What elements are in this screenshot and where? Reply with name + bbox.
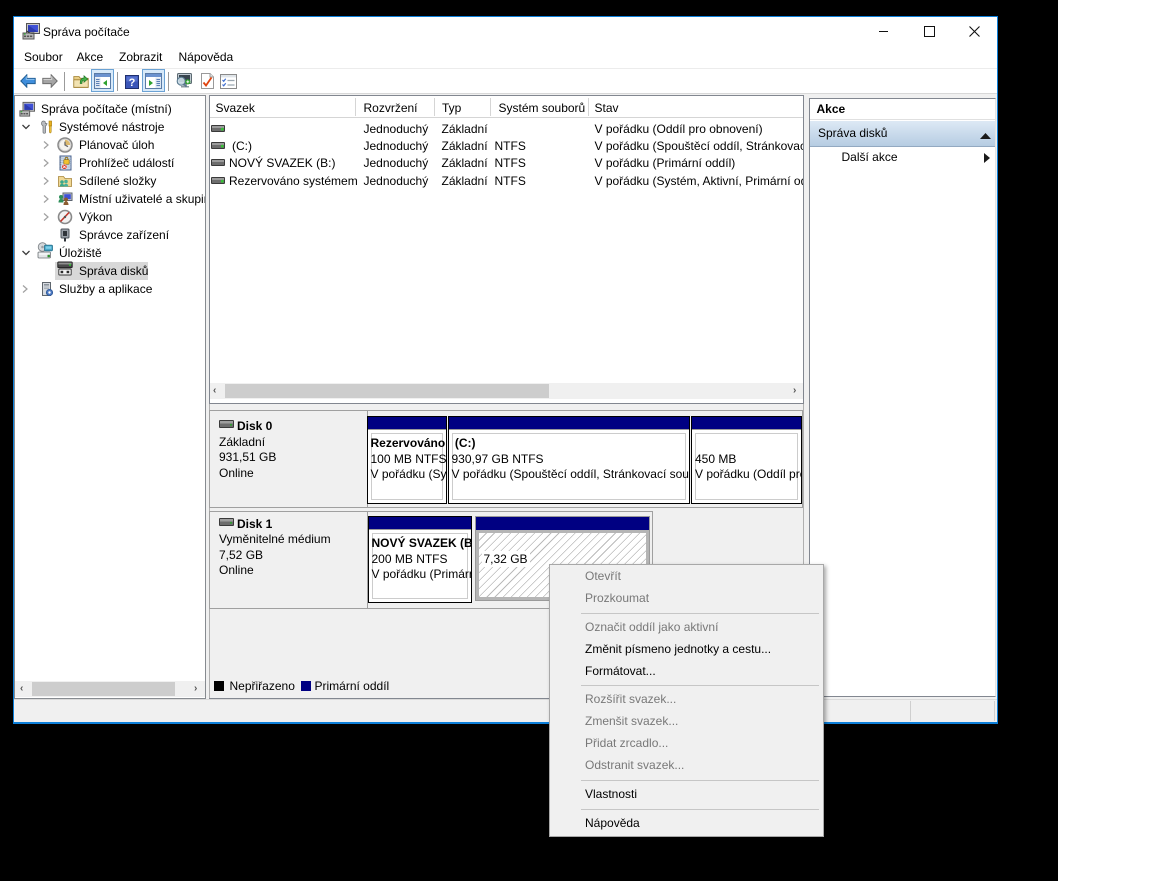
- svg-text:?: ?: [129, 77, 136, 89]
